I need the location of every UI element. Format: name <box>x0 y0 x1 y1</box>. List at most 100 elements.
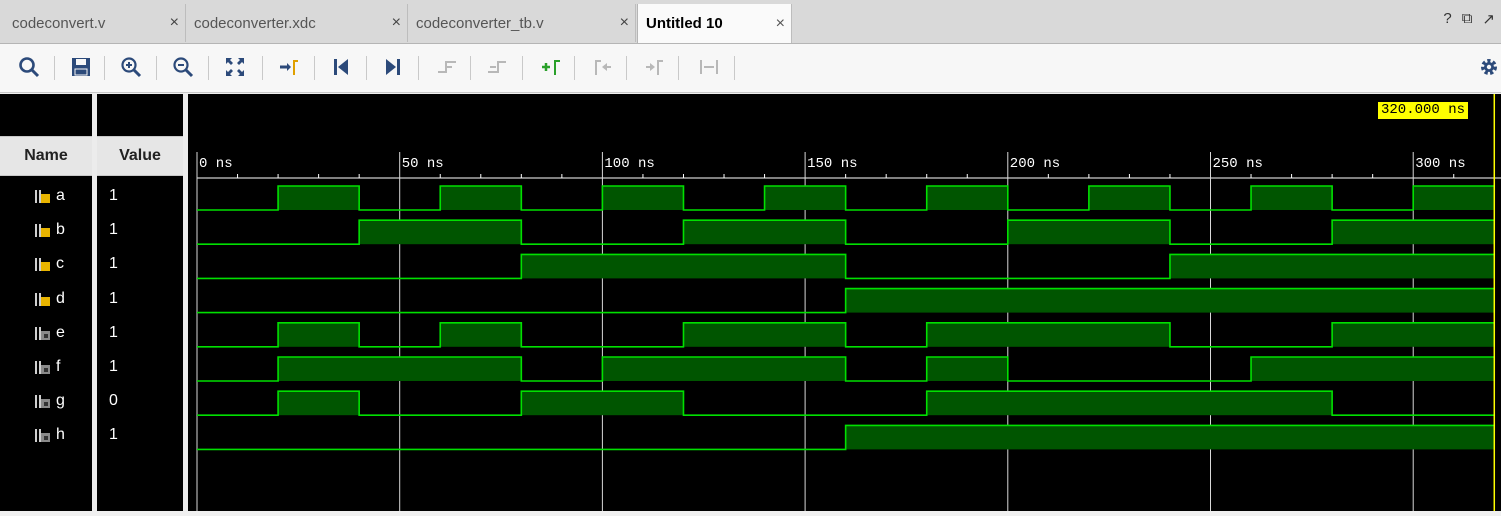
input-signal-icon <box>35 224 50 238</box>
previous-transition-icon[interactable] <box>434 54 460 80</box>
waveform-high-segment <box>1169 254 1495 279</box>
signal-name-row[interactable]: a <box>34 179 65 213</box>
window-controls: ? ⧉ ↗ <box>1443 10 1495 28</box>
value-column-header[interactable]: Value <box>97 136 183 176</box>
signal-value: 1 <box>109 426 118 444</box>
waveform-high-segment <box>683 220 846 245</box>
signal-name: e <box>56 323 65 341</box>
tab-label: Untitled 10 <box>646 15 723 32</box>
next-transition-icon[interactable] <box>484 54 510 80</box>
close-icon[interactable]: × <box>392 14 401 32</box>
signal-value: 1 <box>109 255 118 273</box>
signal-value: 1 <box>109 289 118 307</box>
time-tick-label: 150 ns <box>807 156 857 172</box>
waveform-high-segment <box>1332 220 1495 245</box>
gear-icon[interactable] <box>1476 54 1501 80</box>
signal-name: d <box>56 289 65 307</box>
tab-codeconvert-v[interactable]: codeconvert.v × <box>4 4 186 42</box>
waveform-high-segment <box>1251 186 1333 210</box>
waveform-canvas[interactable]: 0 ns 50 ns 100 ns 150 ns 200 ns 250 ns 300 ns <box>188 94 1501 511</box>
signal-name-column: Name abcdefgh <box>0 94 92 511</box>
signal-name: a <box>56 187 65 204</box>
signal-name-row[interactable]: f <box>34 350 60 384</box>
signal-name-row[interactable]: b <box>34 213 65 247</box>
waveform-a[interactable] <box>197 185 1495 211</box>
waveform-high-segment <box>926 357 1008 381</box>
signal-name-row[interactable]: h <box>34 418 65 452</box>
signal-value: 0 <box>109 392 118 410</box>
restore-icon[interactable]: ⧉ <box>1462 10 1473 28</box>
waveform-c[interactable] <box>197 253 1495 280</box>
time-tick-label: 0 ns <box>199 156 233 172</box>
waveform-high-segment <box>440 322 522 347</box>
swap-cursors-icon[interactable] <box>696 54 722 80</box>
signal-value: 1 <box>109 323 118 341</box>
waveform-high-segment <box>440 186 522 210</box>
zoom-fit-icon[interactable] <box>222 54 248 80</box>
waveform-e[interactable] <box>197 322 1495 348</box>
waveform-high-segment <box>926 322 1170 347</box>
waveform-h[interactable] <box>197 424 1495 451</box>
go-to-cursor-icon[interactable] <box>276 54 302 80</box>
waveform-high-segment <box>1088 186 1170 210</box>
signal-name: c <box>56 255 64 273</box>
waveform-high-segment <box>926 391 1333 416</box>
close-icon[interactable]: × <box>776 15 785 33</box>
signal-value: 1 <box>109 187 118 204</box>
waveform-high-segment <box>602 186 684 210</box>
signal-name-row[interactable]: g <box>34 384 65 418</box>
waveform-high-segment <box>278 322 360 347</box>
waveform-high-segment <box>359 220 522 245</box>
tab-label: codeconverter_tb.v <box>416 14 544 32</box>
waveform-high-segment <box>1332 322 1495 347</box>
output-signal-icon <box>35 361 50 374</box>
go-to-start-icon[interactable] <box>328 54 354 80</box>
editor-tab-bar: codeconvert.v × codeconverter.xdc × code… <box>0 0 1501 44</box>
waveform-d[interactable] <box>197 287 1495 314</box>
zoom-in-icon[interactable] <box>118 54 144 80</box>
waveform-trace <box>197 322 1495 348</box>
help-icon[interactable]: ? <box>1443 10 1451 28</box>
signal-name: f <box>56 358 61 375</box>
output-signal-icon <box>35 395 50 409</box>
next-marker-icon[interactable] <box>642 54 668 80</box>
signal-name-row[interactable]: d <box>34 282 65 316</box>
time-tick-label: 200 ns <box>1010 156 1060 172</box>
save-icon[interactable] <box>68 54 94 80</box>
go-to-end-icon[interactable] <box>380 54 406 80</box>
name-column-header[interactable]: Name <box>0 136 92 176</box>
waveform-toolbar <box>0 44 1501 93</box>
signal-name-row[interactable]: c <box>34 247 64 281</box>
waveform-high-segment <box>1251 357 1495 381</box>
output-signal-icon <box>35 326 50 340</box>
tab-codeconverter-xdc[interactable]: codeconverter.xdc × <box>186 4 408 42</box>
waveform-f[interactable] <box>197 356 1495 382</box>
output-signal-icon <box>35 429 50 443</box>
add-marker-icon[interactable] <box>538 54 564 80</box>
waveform-high-segment <box>521 391 684 416</box>
waveform-high-segment <box>845 425 1495 450</box>
waveform-high-segment <box>683 322 846 347</box>
time-tick-label: 300 ns <box>1415 156 1465 172</box>
previous-marker-icon[interactable] <box>590 54 616 80</box>
search-icon[interactable] <box>16 54 42 80</box>
tab-untitled-10[interactable]: Untitled 10 × <box>637 4 792 43</box>
float-icon[interactable]: ↗ <box>1482 10 1495 28</box>
close-icon[interactable]: × <box>620 14 629 32</box>
time-tick-label: 50 ns <box>402 156 444 172</box>
signal-value: 1 <box>109 221 118 239</box>
tab-codeconverter-tb-v[interactable]: codeconverter_tb.v × <box>408 4 636 42</box>
tab-label: codeconvert.v <box>12 14 106 32</box>
waveform-high-segment <box>845 288 1495 313</box>
waveform-b[interactable] <box>197 219 1495 245</box>
signal-name-row[interactable]: e <box>34 316 65 350</box>
zoom-out-icon[interactable] <box>170 54 196 80</box>
waveform-high-segment <box>926 186 1008 210</box>
waveform-high-segment <box>1007 220 1170 245</box>
waveform-high-segment <box>764 186 846 210</box>
time-tick-label: 100 ns <box>604 156 654 172</box>
signal-name: h <box>56 426 65 444</box>
input-signal-icon <box>35 292 50 306</box>
close-icon[interactable]: × <box>170 14 179 32</box>
waveform-g[interactable] <box>197 390 1495 416</box>
